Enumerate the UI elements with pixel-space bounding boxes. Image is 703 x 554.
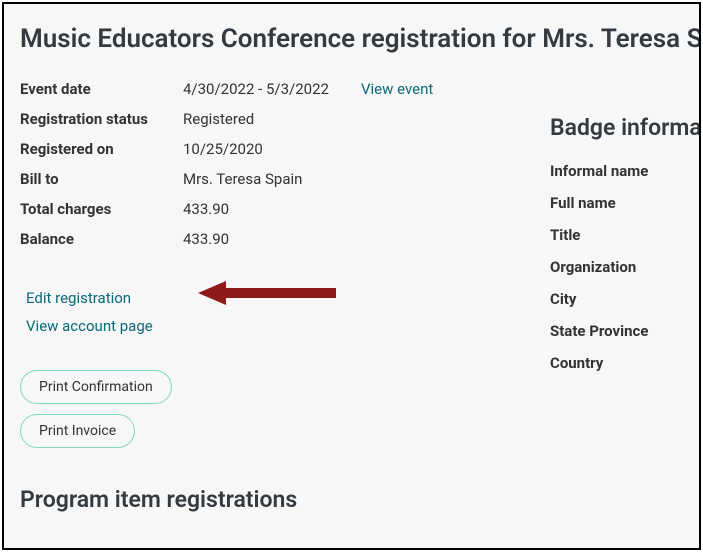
view-account-link[interactable]: View account page — [26, 315, 153, 337]
value-bill-to: Mrs. Teresa Spain — [183, 170, 302, 188]
label-balance: Balance — [20, 230, 183, 248]
row-balance: Balance 433.90 — [20, 224, 550, 254]
label-registration-status: Registration status — [20, 110, 183, 128]
edit-registration-link[interactable]: Edit registration — [26, 287, 131, 309]
label-city: City — [550, 283, 701, 315]
badge-information: Badge information Informal name Full nam… — [550, 74, 701, 458]
annotation-arrow-icon — [198, 278, 338, 308]
value-event-date: 4/30/2022 - 5/3/2022 — [183, 80, 329, 98]
value-total-charges: 433.90 — [183, 200, 229, 218]
page-title: Music Educators Conference registration … — [4, 4, 699, 64]
value-registered-on: 10/25/2020 — [183, 140, 263, 158]
row-event-date: Event date 4/30/2022 - 5/3/2022 View eve… — [20, 74, 550, 104]
print-confirmation-button[interactable]: Print Confirmation — [20, 370, 172, 404]
value-registration-status: Registered — [183, 110, 254, 128]
label-registered-on: Registered on — [20, 140, 183, 158]
badge-section-heading: Badge information — [550, 74, 701, 155]
row-total-charges: Total charges 433.90 — [20, 194, 550, 224]
label-full-name: Full name — [550, 187, 701, 219]
row-bill-to: Bill to Mrs. Teresa Spain — [20, 164, 550, 194]
label-informal-name: Informal name — [550, 155, 701, 187]
label-state-province: State Province — [550, 315, 701, 347]
label-bill-to: Bill to — [20, 170, 183, 188]
registration-details: Event date 4/30/2022 - 5/3/2022 View eve… — [20, 74, 550, 458]
row-registered-on: Registered on 10/25/2020 — [20, 134, 550, 164]
value-balance: 433.90 — [183, 230, 229, 248]
label-event-date: Event date — [20, 80, 183, 98]
print-invoice-button[interactable]: Print Invoice — [20, 414, 135, 448]
view-event-link[interactable]: View event — [361, 80, 433, 98]
label-country: Country — [550, 347, 701, 379]
label-title: Title — [550, 219, 701, 251]
program-items-heading: Program item registrations — [4, 458, 699, 513]
label-organization: Organization — [550, 251, 701, 283]
label-total-charges: Total charges — [20, 200, 183, 218]
row-registration-status: Registration status Registered — [20, 104, 550, 134]
